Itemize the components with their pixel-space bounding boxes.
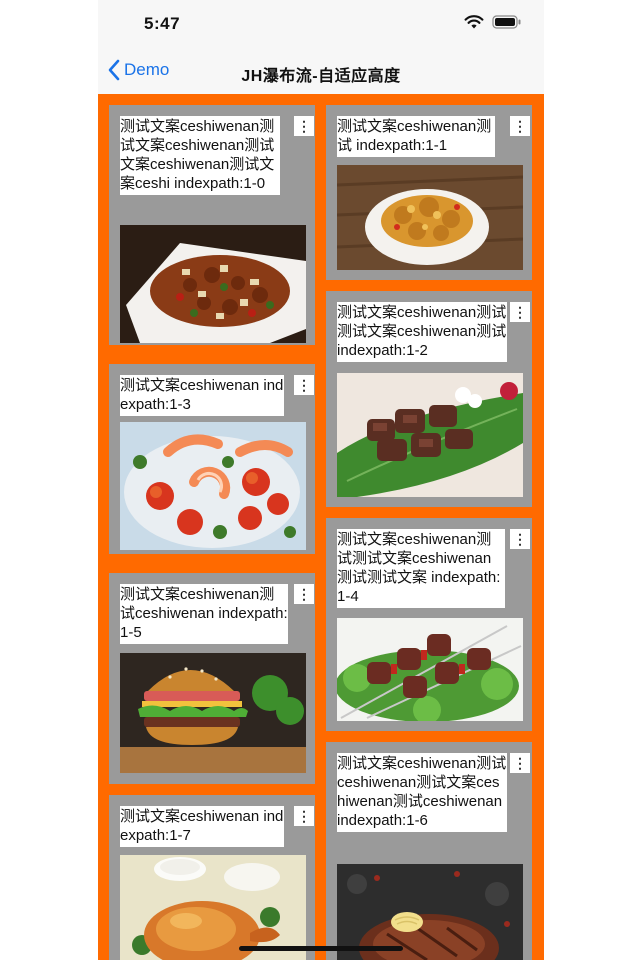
more-options-button[interactable]: ⋮ bbox=[294, 584, 314, 604]
navigation-bar: Demo JH瀑布流-自适应高度 bbox=[98, 48, 544, 94]
more-icon: ⋮ bbox=[513, 304, 527, 320]
waterfall-cell[interactable]: 测试文案ceshiwenan测试ceshiwenan测试文案ceshiwenan… bbox=[326, 742, 532, 960]
home-indicator bbox=[239, 946, 403, 951]
cell-text: 测试文案ceshiwenan测试文案ceshiwenan测试文案ceshiwen… bbox=[120, 116, 280, 195]
waterfall-cell[interactable]: 测试文案ceshiwenan测试测试文案ceshiwenan测试 indexpa… bbox=[326, 291, 532, 507]
more-options-button[interactable]: ⋮ bbox=[510, 116, 530, 136]
cell-photo bbox=[120, 653, 306, 773]
more-icon: ⋮ bbox=[297, 118, 311, 134]
status-icons bbox=[464, 15, 522, 29]
waterfall-cell[interactable]: 测试文案ceshiwenan测试测试文案ceshiwenan测试测试文案 ind… bbox=[326, 518, 532, 731]
kung-pao-chicken-photo bbox=[120, 225, 306, 343]
more-options-button[interactable]: ⋮ bbox=[510, 753, 530, 773]
waterfall-cell[interactable]: 测试文案ceshiwenan indexpath:1-7 ⋮ bbox=[109, 795, 315, 960]
more-options-button[interactable]: ⋮ bbox=[510, 529, 530, 549]
cell-text: 测试文案ceshiwenan indexpath:1-3 bbox=[120, 375, 284, 416]
more-options-button[interactable]: ⋮ bbox=[294, 375, 314, 395]
more-icon: ⋮ bbox=[513, 531, 527, 547]
cell-text: 测试文案ceshiwenan测试 indexpath:1-1 bbox=[337, 116, 495, 157]
meat-skewers-photo bbox=[337, 618, 523, 721]
waterfall-cell[interactable]: 测试文案ceshiwenan测试 indexpath:1-1 ⋮ bbox=[326, 105, 532, 280]
cell-photo bbox=[337, 165, 523, 270]
cell-text: 测试文案ceshiwenan测试ceshiwenan测试文案ceshiwenan… bbox=[337, 753, 507, 832]
cell-text: 测试文案ceshiwenan测试测试文案ceshiwenan测试测试文案 ind… bbox=[337, 529, 505, 608]
cell-photo bbox=[120, 225, 306, 343]
wifi-icon bbox=[464, 15, 484, 29]
shrimp-salad-photo bbox=[120, 422, 306, 550]
phone-screen: 5:47 Demo JH瀑布流-自适应高度 测试文案ceshiwenan测试文案… bbox=[98, 0, 544, 960]
roast-duck-photo bbox=[120, 855, 306, 960]
waterfall-collection[interactable]: 测试文案ceshiwenan测试文案ceshiwenan测试文案ceshiwen… bbox=[98, 94, 544, 960]
cell-photo bbox=[337, 618, 523, 721]
waterfall-cell[interactable]: 测试文案ceshiwenan测试ceshiwenan indexpath:1-5… bbox=[109, 573, 315, 784]
burger-photo bbox=[120, 653, 306, 773]
waterfall-cell[interactable]: 测试文案ceshiwenan测试文案ceshiwenan测试文案ceshiwen… bbox=[109, 105, 315, 345]
more-icon: ⋮ bbox=[297, 808, 311, 824]
cell-text: 测试文案ceshiwenan测试ceshiwenan indexpath:1-5 bbox=[120, 584, 288, 644]
more-icon: ⋮ bbox=[513, 755, 527, 771]
status-time: 5:47 bbox=[144, 14, 181, 33]
more-options-button[interactable]: ⋮ bbox=[510, 302, 530, 322]
cell-text: 测试文案ceshiwenan测试测试文案ceshiwenan测试 indexpa… bbox=[337, 302, 507, 362]
more-options-button[interactable]: ⋮ bbox=[294, 806, 314, 826]
more-icon: ⋮ bbox=[297, 377, 311, 393]
more-options-button[interactable]: ⋮ bbox=[294, 116, 314, 136]
more-icon: ⋮ bbox=[513, 118, 527, 134]
battery-icon bbox=[492, 15, 521, 29]
cell-photo bbox=[120, 855, 306, 960]
more-icon: ⋮ bbox=[297, 586, 311, 602]
cell-photo bbox=[120, 422, 306, 550]
cell-text: 测试文案ceshiwenan indexpath:1-7 bbox=[120, 806, 284, 847]
status-bar: 5:47 bbox=[98, 0, 544, 48]
cell-photo bbox=[337, 373, 523, 497]
grilled-meat-on-leaf-photo bbox=[337, 373, 523, 497]
page-title: JH瀑布流-自适应高度 bbox=[241, 68, 401, 85]
fried-chicken-photo bbox=[337, 165, 523, 270]
waterfall-cell[interactable]: 测试文案ceshiwenan indexpath:1-3 ⋮ bbox=[109, 364, 315, 554]
